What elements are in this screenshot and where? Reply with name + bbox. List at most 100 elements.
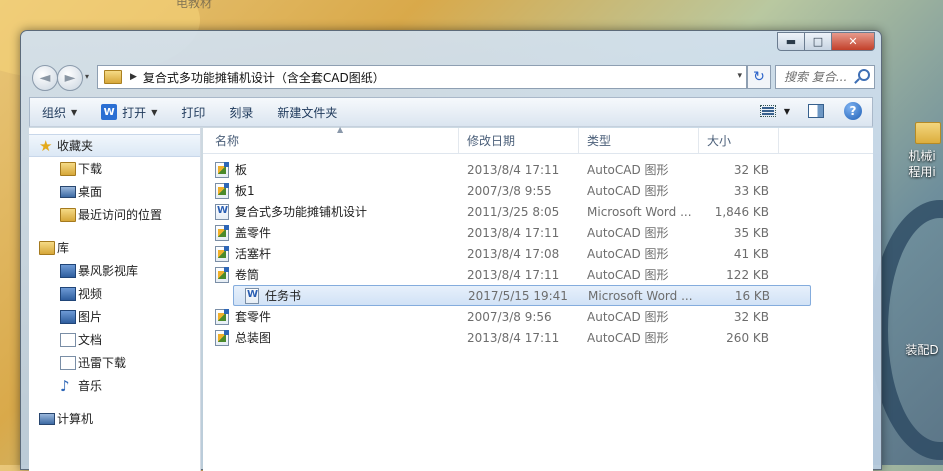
cad-file-icon: [215, 329, 229, 346]
file-date: 2007/3/8 9:55: [467, 183, 552, 198]
file-type: AutoCAD 图形: [587, 310, 669, 324]
column-header-label: 大小: [707, 134, 732, 148]
forward-button[interactable]: ►: [57, 65, 83, 91]
column-header-label: 类型: [587, 134, 612, 148]
sidebar-item-music[interactable]: ♪ 音乐: [29, 374, 200, 397]
cad-file-icon: [215, 308, 229, 325]
search-icon[interactable]: [858, 69, 870, 81]
desktop-icon-label: 机械i: [908, 149, 936, 163]
open-label: 打开: [122, 105, 147, 120]
file-name: 卷筒: [235, 268, 260, 282]
videos-icon: [60, 286, 76, 301]
open-button[interactable]: W 打开 ▼: [89, 98, 169, 126]
command-toolbar: 组织 ▼ W 打开 ▼ 打印 刻录 新建文件夹 ▼ ?: [29, 97, 873, 127]
desktop-icon-label: 装配D: [905, 343, 939, 357]
address-bar[interactable]: ▶ 复合式多功能摊铺机设计（含全套CAD图纸） ▾: [97, 65, 747, 89]
file-name: 任务书: [265, 289, 302, 303]
file-name: 板1: [235, 184, 255, 198]
file-type: Microsoft Word ...: [587, 204, 692, 219]
sidebar-item-label: 视频: [78, 287, 103, 301]
column-header-type[interactable]: 类型: [579, 128, 699, 153]
column-header-date[interactable]: 修改日期: [459, 128, 579, 153]
libraries-icon: [39, 240, 55, 255]
file-row[interactable]: 活塞杆 2013/8/4 17:08 AutoCAD 图形 41 KB: [203, 243, 873, 264]
sidebar-item-documents[interactable]: 文档: [29, 328, 200, 351]
desktop-icon-label: 程用i: [908, 165, 936, 179]
downloads-folder-icon: [60, 161, 76, 176]
burn-button[interactable]: 刻录: [217, 98, 265, 126]
search-box[interactable]: [775, 65, 875, 89]
computer-icon: [39, 412, 55, 425]
sidebar-item-pictures[interactable]: 图片: [29, 305, 200, 328]
sidebar-item-favorites[interactable]: ★ 收藏夹: [29, 134, 200, 157]
navigation-bar: ◄ ► ▾ ▶ 复合式多功能摊铺机设计（含全套CAD图纸） ▾ ↻: [29, 63, 875, 93]
new-folder-label: 新建文件夹: [277, 105, 338, 120]
refresh-button[interactable]: ↻: [747, 65, 771, 89]
desktop-icon-label-top[interactable]: 电教材: [176, 0, 212, 11]
search-input[interactable]: [782, 69, 852, 85]
sidebar-item-label: 计算机: [57, 412, 94, 426]
file-row[interactable]: 总装图 2013/8/4 17:11 AutoCAD 图形 260 KB: [203, 327, 873, 348]
print-button[interactable]: 打印: [169, 98, 217, 126]
help-icon[interactable]: ?: [844, 102, 862, 120]
organize-label: 组织: [42, 105, 67, 120]
file-rows: 板 2013/8/4 17:11 AutoCAD 图形 32 KB 板1 200…: [203, 159, 873, 348]
word-file-icon: [215, 203, 229, 220]
file-size: 32 KB: [733, 162, 769, 177]
new-folder-button[interactable]: 新建文件夹: [265, 98, 349, 126]
sidebar-item-libraries[interactable]: 库: [29, 236, 200, 259]
file-size: 41 KB: [733, 246, 769, 261]
breadcrumb-separator-icon[interactable]: ▶: [130, 72, 137, 82]
navigation-pane: ★ 收藏夹 下载 桌面 最近访问的位置 库 暴风影视库 视频 图片 文档 迅雷下…: [29, 128, 201, 471]
sidebar-item-label: 迅雷下载: [78, 356, 127, 370]
breadcrumb-current-folder[interactable]: 复合式多功能摊铺机设计（含全套CAD图纸）: [143, 69, 385, 86]
desktop-icon-folder[interactable]: 机械i 程用i: [903, 122, 941, 180]
view-options-chevron-down-icon[interactable]: ▼: [784, 107, 790, 116]
sidebar-item-xunlei-downloads[interactable]: 迅雷下载: [29, 351, 200, 374]
maximize-button[interactable]: □: [804, 32, 832, 51]
recent-pages-dropdown[interactable]: ▾: [85, 72, 89, 81]
sidebar-item-computer[interactable]: 计算机: [29, 407, 200, 430]
sidebar-item-label: 音乐: [78, 379, 103, 393]
sidebar-item-recent-places[interactable]: 最近访问的位置: [29, 203, 200, 226]
sidebar-item-baofeng-library[interactable]: 暴风影视库: [29, 259, 200, 282]
pictures-icon: [60, 309, 76, 324]
file-name: 活塞杆: [235, 247, 272, 261]
file-size: 16 KB: [734, 288, 770, 303]
back-button[interactable]: ◄: [32, 65, 58, 91]
file-row[interactable]: 卷筒 2013/8/4 17:11 AutoCAD 图形 122 KB: [203, 264, 873, 285]
minimize-button[interactable]: ▬: [777, 32, 805, 51]
file-row[interactable]: 盖零件 2013/8/4 17:11 AutoCAD 图形 35 KB: [203, 222, 873, 243]
file-size: 1,846 KB: [714, 204, 769, 219]
desktop-icon: [60, 185, 76, 198]
desktop-icon-assembly[interactable]: 装配D: [903, 342, 941, 358]
file-size: 35 KB: [733, 225, 769, 240]
file-row[interactable]: 复合式多功能摊铺机设计 2011/3/25 8:05 Microsoft Wor…: [203, 201, 873, 222]
file-size: 260 KB: [726, 330, 769, 345]
change-view-icon[interactable]: [759, 105, 776, 117]
column-header-label: 名称: [215, 134, 240, 148]
file-row[interactable]: 板1 2007/3/8 9:55 AutoCAD 图形 33 KB: [203, 180, 873, 201]
close-button[interactable]: ✕: [831, 32, 875, 51]
sidebar-item-videos[interactable]: 视频: [29, 282, 200, 305]
file-size: 32 KB: [733, 309, 769, 324]
file-row[interactable]: 套零件 2007/3/8 9:56 AutoCAD 图形 32 KB: [203, 306, 873, 327]
sidebar-item-desktop[interactable]: 桌面: [29, 180, 200, 203]
preview-pane-icon[interactable]: [808, 104, 824, 118]
column-header-size[interactable]: 大小: [699, 128, 779, 153]
file-size: 122 KB: [726, 267, 769, 282]
address-history-dropdown[interactable]: ▾: [737, 71, 742, 81]
column-header-row: 名称 ▲ 修改日期 类型 大小: [203, 125, 873, 154]
sidebar-item-downloads[interactable]: 下载: [29, 157, 200, 180]
organize-menu-button[interactable]: 组织 ▼: [30, 98, 89, 126]
file-type: Microsoft Word ...: [588, 288, 693, 303]
toolbar-right-group: ▼ ?: [759, 102, 862, 120]
print-label: 打印: [181, 105, 206, 120]
file-type: AutoCAD 图形: [587, 268, 669, 282]
file-row-selected[interactable]: 任务书 2017/5/15 19:41 Microsoft Word ... 1…: [233, 285, 811, 306]
file-row[interactable]: 板 2013/8/4 17:11 AutoCAD 图形 32 KB: [203, 159, 873, 180]
chevron-down-icon[interactable]: ▼: [151, 108, 157, 117]
column-header-name[interactable]: 名称 ▲: [203, 125, 459, 153]
sidebar-item-label: 下载: [78, 162, 103, 176]
recent-places-icon: [60, 207, 76, 222]
